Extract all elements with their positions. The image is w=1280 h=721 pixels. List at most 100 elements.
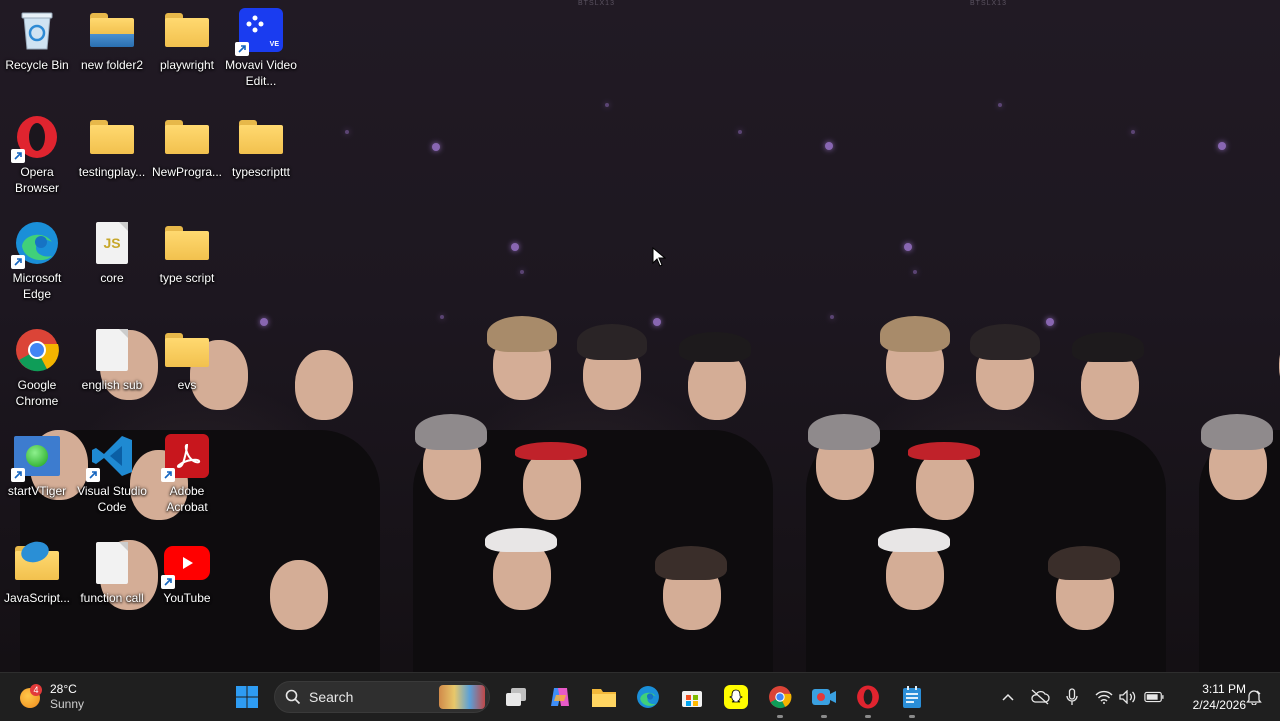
desktop-icon-startvtiger[interactable]: startVTiger <box>0 432 74 499</box>
file-explorer-icon <box>592 689 616 707</box>
search-icon <box>285 689 301 705</box>
taskbar-opera[interactable] <box>852 681 884 718</box>
tray-network[interactable] <box>1094 687 1114 707</box>
desktop-icon-testingplay-folder[interactable]: testingplay... <box>75 113 149 180</box>
chrome-icon <box>13 326 61 374</box>
taskbar-clock[interactable]: 3:11 PM 2/24/2026 <box>1174 680 1246 714</box>
desktop-icon-type-script-folder[interactable]: type script <box>150 219 224 286</box>
tray-onedrive[interactable] <box>1030 687 1050 707</box>
microphone-icon <box>1066 688 1078 705</box>
shortcut-arrow-icon <box>161 575 175 589</box>
desktop[interactable]: BTSLX13 BTSLX13 Recycle Bin Opera Browse… <box>0 0 1280 672</box>
desktop-icon-label: evs <box>177 378 197 392</box>
folder-icon <box>88 113 136 161</box>
desktop-icon-label: Opera Browser <box>14 165 59 195</box>
running-indicator <box>821 715 827 718</box>
recycle-bin-icon <box>13 6 61 54</box>
wallpaper-sparkle <box>432 143 440 151</box>
wallpaper-sparkle <box>825 142 833 150</box>
shortcut-arrow-icon <box>11 255 25 269</box>
notification-center-button[interactable] <box>1244 687 1264 707</box>
shortcut-arrow-icon <box>86 468 100 482</box>
desktop-icon-english-sub[interactable]: english sub <box>75 326 149 393</box>
desktop-icon-newprogra-folder[interactable]: NewProgra... <box>150 113 224 180</box>
wifi-icon <box>1095 690 1113 704</box>
taskbar-screen-recorder[interactable] <box>808 681 840 718</box>
wallpaper-sparkle <box>345 130 349 134</box>
desktop-icon-opera[interactable]: Opera Browser <box>0 113 74 196</box>
clock-time: 3:11 PM <box>1202 682 1246 696</box>
desktop-icon-label: playwright <box>159 58 215 72</box>
desktop-icon-microsoft-edge[interactable]: Microsoft Edge <box>0 219 74 302</box>
desktop-icon-function-call[interactable]: function call <box>75 539 149 606</box>
desktop-icon-label: english sub <box>81 378 143 392</box>
desktop-icon-evs-folder[interactable]: evs <box>150 326 224 393</box>
taskbar-edge[interactable] <box>632 681 664 713</box>
wallpaper-sparkle <box>511 243 519 251</box>
desktop-icon-label: Adobe Acrobat <box>166 484 208 514</box>
desktop-icon-label: testingplay... <box>78 165 146 179</box>
clock-date: 2/24/2026 <box>1192 698 1246 712</box>
desktop-icon-label: Google Chrome <box>15 378 59 408</box>
desktop-icon-new-folder2[interactable]: new folder2 <box>75 6 149 73</box>
desktop-icon-label: typescripttt <box>231 165 291 179</box>
battery-icon <box>1144 691 1164 703</box>
folder-icon <box>163 6 211 54</box>
wallpaper-sparkle <box>520 270 524 274</box>
desktop-icon-label: NewProgra... <box>151 165 223 179</box>
wallpaper-photo <box>393 310 788 672</box>
chrome-icon <box>769 686 792 709</box>
edge-icon <box>11 219 61 269</box>
shortcut-arrow-icon <box>235 42 249 56</box>
task-view-button[interactable] <box>500 681 532 713</box>
taskbar-copilot[interactable] <box>544 681 576 713</box>
weather-widget[interactable]: 4 28°C Sunny <box>18 679 98 715</box>
folder-icon <box>163 326 211 374</box>
taskbar-microsoft-store[interactable] <box>676 681 708 713</box>
snapchat-icon <box>724 685 748 709</box>
taskbar-search-box[interactable]: Search <box>274 681 490 713</box>
weather-condition: Sunny <box>50 697 85 711</box>
desktop-icon-playwright-folder[interactable]: playwright <box>150 6 224 73</box>
desktop-icon-label: Microsoft Edge <box>12 271 62 301</box>
desktop-icon-javascript-folder[interactable]: JavaScript... <box>0 538 74 606</box>
javascript-file-icon: JS <box>88 219 136 267</box>
desktop-icon-label: YouTube <box>163 591 211 605</box>
taskbar-file-explorer[interactable] <box>588 681 620 713</box>
desktop-icon-google-chrome[interactable]: Google Chrome <box>0 326 74 409</box>
youtube-icon <box>161 539 211 589</box>
search-highlight-image <box>439 685 485 709</box>
desktop-icon-label: type script <box>159 271 215 285</box>
desktop-icon-adobe-acrobat[interactable]: Adobe Acrobat <box>150 432 224 515</box>
show-hidden-icons-button[interactable] <box>998 687 1018 707</box>
vscode-icon <box>86 432 136 482</box>
notification-bell-icon <box>1246 690 1262 705</box>
edge-icon <box>637 686 659 708</box>
wallpaper-sparkle <box>1131 130 1135 134</box>
desktop-icon-visual-studio-code[interactable]: Visual Studio Code <box>75 432 149 515</box>
desktop-icon-label: function call <box>80 591 144 605</box>
desktop-icon-label: Recycle Bin <box>5 58 69 72</box>
taskbar-notepad[interactable] <box>896 681 928 718</box>
desktop-icon-label: JavaScript... <box>3 591 71 605</box>
desktop-icon-core[interactable]: JS core <box>75 219 149 286</box>
tray-microphone[interactable] <box>1062 687 1082 707</box>
running-indicator <box>777 715 783 718</box>
tray-volume[interactable] <box>1118 687 1138 707</box>
desktop-icon-recycle-bin[interactable]: Recycle Bin <box>0 6 74 73</box>
opera-icon <box>11 113 61 163</box>
taskbar-snapchat[interactable] <box>720 681 752 713</box>
tray-battery[interactable] <box>1144 687 1164 707</box>
folder-icon <box>163 113 211 161</box>
desktop-icon-movavi-video-editor[interactable]: VE Movavi Video Edit... <box>224 6 298 89</box>
taskbar-google-chrome[interactable] <box>764 681 796 718</box>
desktop-icon-label: core <box>100 271 124 285</box>
running-indicator <box>909 715 915 718</box>
copilot-icon <box>551 688 569 706</box>
mouse-cursor-icon <box>652 247 666 267</box>
text-file-icon <box>88 326 136 374</box>
desktop-icon-label: Visual Studio Code <box>77 484 147 514</box>
start-button[interactable] <box>231 681 263 713</box>
desktop-icon-youtube[interactable]: YouTube <box>150 539 224 606</box>
desktop-icon-typescripttt-folder[interactable]: typescripttt <box>224 113 298 180</box>
